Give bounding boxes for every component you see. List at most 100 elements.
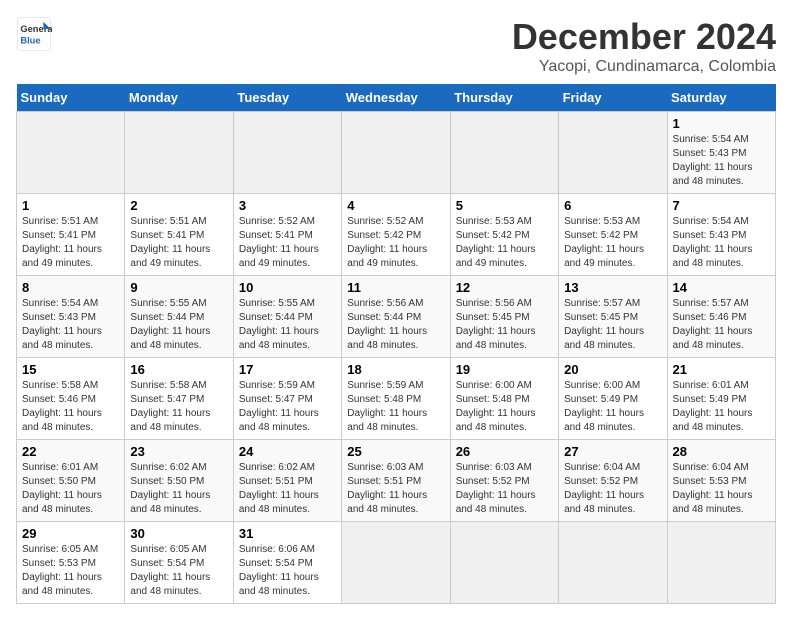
calendar-cell: 10Sunrise: 5:55 AMSunset: 5:44 PMDayligh…	[233, 276, 341, 358]
day-number: 29	[22, 526, 119, 541]
day-info: Sunrise: 5:55 AMSunset: 5:44 PMDaylight:…	[239, 297, 336, 353]
logo: General Blue	[16, 16, 52, 52]
day-number: 5	[456, 198, 553, 213]
day-info: Sunrise: 5:51 AMSunset: 5:41 PMDaylight:…	[22, 215, 119, 271]
day-info: Sunrise: 6:05 AMSunset: 5:53 PMDaylight:…	[22, 543, 119, 599]
calendar-week-row: 1 Sunrise: 5:51 AMSunset: 5:41 PMDaylight…	[17, 194, 776, 276]
day-info: Sunrise: 5:58 AMSunset: 5:46 PMDaylight:…	[22, 379, 119, 435]
calendar-cell: 13 Sunrise: 5:57 AMSunset: 5:45 PMDayligh…	[559, 276, 667, 358]
calendar-cell: 21 Sunrise: 6:01 AMSunset: 5:49 PMDayligh…	[667, 358, 775, 440]
day-info: Sunrise: 5:59 AMSunset: 5:47 PMDaylight:…	[239, 379, 336, 435]
calendar-cell: 18 Sunrise: 5:59 AMSunset: 5:48 PMDayligh…	[342, 358, 450, 440]
calendar-cell: 1Sunrise: 5:54 AMSunset: 5:43 PMDaylight…	[667, 112, 775, 194]
calendar-cell: 7Sunrise: 5:54 AMSunset: 5:43 PMDaylight…	[667, 194, 775, 276]
day-info: Sunrise: 6:00 AMSunset: 5:49 PMDaylight:…	[564, 379, 661, 435]
day-number: 13	[564, 280, 661, 295]
day-info: Sunrise: 5:59 AMSunset: 5:48 PMDaylight:…	[347, 379, 444, 435]
day-number: 16	[130, 362, 227, 377]
column-header-monday: Monday	[125, 84, 233, 112]
calendar-cell: 11 Sunrise: 5:56 AMSunset: 5:44 PMDayligh…	[342, 276, 450, 358]
day-number: 9	[130, 280, 227, 295]
calendar-header-row: SundayMondayTuesdayWednesdayThursdayFrid…	[17, 84, 776, 112]
calendar-cell	[450, 112, 558, 194]
day-number: 7	[673, 198, 770, 213]
day-number: 21	[673, 362, 770, 377]
calendar-cell: 22Sunrise: 6:01 AMSunset: 5:50 PMDayligh…	[17, 440, 125, 522]
calendar-week-row: 22Sunrise: 6:01 AMSunset: 5:50 PMDayligh…	[17, 440, 776, 522]
column-header-thursday: Thursday	[450, 84, 558, 112]
calendar-title: December 2024	[512, 16, 776, 58]
calendar-cell	[233, 112, 341, 194]
page-header: General Blue December 2024 Yacopi, Cundi…	[16, 16, 776, 76]
calendar-cell: 26 Sunrise: 6:03 AMSunset: 5:52 PMDayligh…	[450, 440, 558, 522]
day-info: Sunrise: 6:01 AMSunset: 5:50 PMDaylight:…	[22, 461, 119, 517]
day-number: 18	[347, 362, 444, 377]
day-info: Sunrise: 5:56 AMSunset: 5:44 PMDaylight:…	[347, 297, 444, 353]
day-info: Sunrise: 5:58 AMSunset: 5:47 PMDaylight:…	[130, 379, 227, 435]
calendar-cell	[17, 112, 125, 194]
day-info: Sunrise: 5:55 AMSunset: 5:44 PMDaylight:…	[130, 297, 227, 353]
day-info: Sunrise: 6:03 AMSunset: 5:52 PMDaylight:…	[456, 461, 553, 517]
column-header-sunday: Sunday	[17, 84, 125, 112]
calendar-cell: 25Sunrise: 6:03 AMSunset: 5:51 PMDayligh…	[342, 440, 450, 522]
day-info: Sunrise: 6:02 AMSunset: 5:51 PMDaylight:…	[239, 461, 336, 517]
day-number: 30	[130, 526, 227, 541]
day-info: Sunrise: 6:02 AMSunset: 5:50 PMDaylight:…	[130, 461, 227, 517]
calendar-cell: 29 Sunrise: 6:05 AMSunset: 5:53 PMDayligh…	[17, 522, 125, 604]
day-info: Sunrise: 5:53 AMSunset: 5:42 PMDaylight:…	[456, 215, 553, 271]
day-number: 27	[564, 444, 661, 459]
day-number: 26	[456, 444, 553, 459]
day-info: Sunrise: 5:57 AMSunset: 5:45 PMDaylight:…	[564, 297, 661, 353]
calendar-cell: 8Sunrise: 5:54 AMSunset: 5:43 PMDaylight…	[17, 276, 125, 358]
day-number: 1	[22, 198, 119, 213]
column-header-saturday: Saturday	[667, 84, 775, 112]
calendar-cell: 9 Sunrise: 5:55 AMSunset: 5:44 PMDaylight…	[125, 276, 233, 358]
calendar-cell: 16 Sunrise: 5:58 AMSunset: 5:47 PMDayligh…	[125, 358, 233, 440]
title-block: December 2024 Yacopi, Cundinamarca, Colo…	[512, 16, 776, 76]
calendar-cell: 31 Sunrise: 6:06 AMSunset: 5:54 PMDayligh…	[233, 522, 341, 604]
calendar-cell: 19Sunrise: 6:00 AMSunset: 5:48 PMDayligh…	[450, 358, 558, 440]
day-number: 20	[564, 362, 661, 377]
day-info: Sunrise: 6:03 AMSunset: 5:51 PMDaylight:…	[347, 461, 444, 517]
day-info: Sunrise: 6:01 AMSunset: 5:49 PMDaylight:…	[673, 379, 770, 435]
calendar-cell: 1 Sunrise: 5:51 AMSunset: 5:41 PMDaylight…	[17, 194, 125, 276]
day-number: 3	[239, 198, 336, 213]
calendar-cell: 30 Sunrise: 6:05 AMSunset: 5:54 PMDayligh…	[125, 522, 233, 604]
day-number: 8	[22, 280, 119, 295]
calendar-cell: 14 Sunrise: 5:57 AMSunset: 5:46 PMDayligh…	[667, 276, 775, 358]
day-number: 17	[239, 362, 336, 377]
calendar-subtitle: Yacopi, Cundinamarca, Colombia	[512, 58, 776, 76]
calendar-cell	[559, 112, 667, 194]
day-number: 15	[22, 362, 119, 377]
day-info: Sunrise: 6:05 AMSunset: 5:54 PMDaylight:…	[130, 543, 227, 599]
svg-text:Blue: Blue	[20, 35, 40, 45]
day-info: Sunrise: 5:52 AMSunset: 5:42 PMDaylight:…	[347, 215, 444, 271]
calendar-cell	[450, 522, 558, 604]
day-number: 11	[347, 280, 444, 295]
day-number: 14	[673, 280, 770, 295]
calendar-cell: 15 Sunrise: 5:58 AMSunset: 5:46 PMDayligh…	[17, 358, 125, 440]
day-number: 6	[564, 198, 661, 213]
calendar-cell	[559, 522, 667, 604]
calendar-cell	[342, 522, 450, 604]
calendar-cell: 27Sunrise: 6:04 AMSunset: 5:52 PMDayligh…	[559, 440, 667, 522]
day-number: 24	[239, 444, 336, 459]
calendar-cell: 3Sunrise: 5:52 AMSunset: 5:41 PMDaylight…	[233, 194, 341, 276]
calendar-cell	[342, 112, 450, 194]
day-number: 4	[347, 198, 444, 213]
day-number: 31	[239, 526, 336, 541]
day-info: Sunrise: 6:06 AMSunset: 5:54 PMDaylight:…	[239, 543, 336, 599]
day-number: 1	[673, 116, 770, 131]
calendar-cell: 2Sunrise: 5:51 AMSunset: 5:41 PMDaylight…	[125, 194, 233, 276]
day-info: Sunrise: 5:56 AMSunset: 5:45 PMDaylight:…	[456, 297, 553, 353]
calendar-cell: 28Sunrise: 6:04 AMSunset: 5:53 PMDayligh…	[667, 440, 775, 522]
calendar-cell: 4 Sunrise: 5:52 AMSunset: 5:42 PMDaylight…	[342, 194, 450, 276]
day-number: 28	[673, 444, 770, 459]
column-header-friday: Friday	[559, 84, 667, 112]
calendar-cell: 17 Sunrise: 5:59 AMSunset: 5:47 PMDayligh…	[233, 358, 341, 440]
calendar-cell: 20 Sunrise: 6:00 AMSunset: 5:49 PMDayligh…	[559, 358, 667, 440]
calendar-cell: 12Sunrise: 5:56 AMSunset: 5:45 PMDayligh…	[450, 276, 558, 358]
day-info: Sunrise: 5:57 AMSunset: 5:46 PMDaylight:…	[673, 297, 770, 353]
calendar-cell: 5 Sunrise: 5:53 AMSunset: 5:42 PMDaylight…	[450, 194, 558, 276]
calendar-table: SundayMondayTuesdayWednesdayThursdayFrid…	[16, 84, 776, 604]
